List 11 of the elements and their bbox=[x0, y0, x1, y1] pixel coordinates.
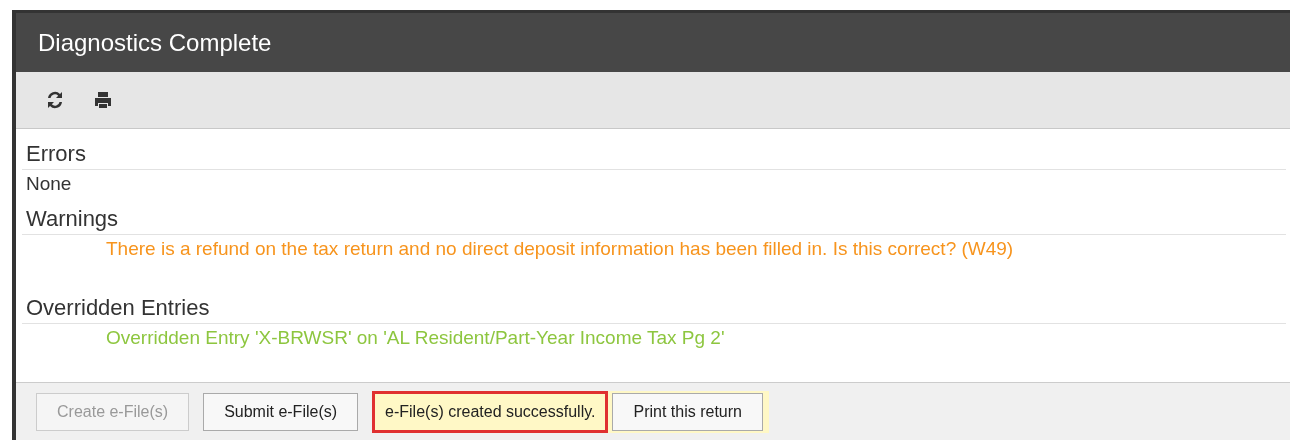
section-heading: Overridden Entries bbox=[22, 293, 1286, 324]
override-message: Overridden Entry 'X-BRWSR' on 'AL Resident/Part-Year Income Tax Pg 2' bbox=[105, 326, 726, 350]
section-heading: Warnings bbox=[22, 204, 1286, 235]
printer-icon[interactable] bbox=[92, 89, 114, 111]
print-return-button[interactable]: Print this return bbox=[612, 392, 763, 431]
submit-efile-button[interactable]: Submit e-File(s) bbox=[203, 392, 359, 431]
section-heading: Errors bbox=[22, 139, 1286, 170]
warning-message: There is a refund on the tax return and no direct deposit information has been filled in. Is this correct? (W49) bbox=[105, 237, 1015, 261]
diagnostic-text: None bbox=[25, 172, 73, 196]
success-message: e-File(s) created successfully. bbox=[372, 390, 609, 433]
dialog-title: Diagnostics Complete bbox=[38, 27, 272, 58]
